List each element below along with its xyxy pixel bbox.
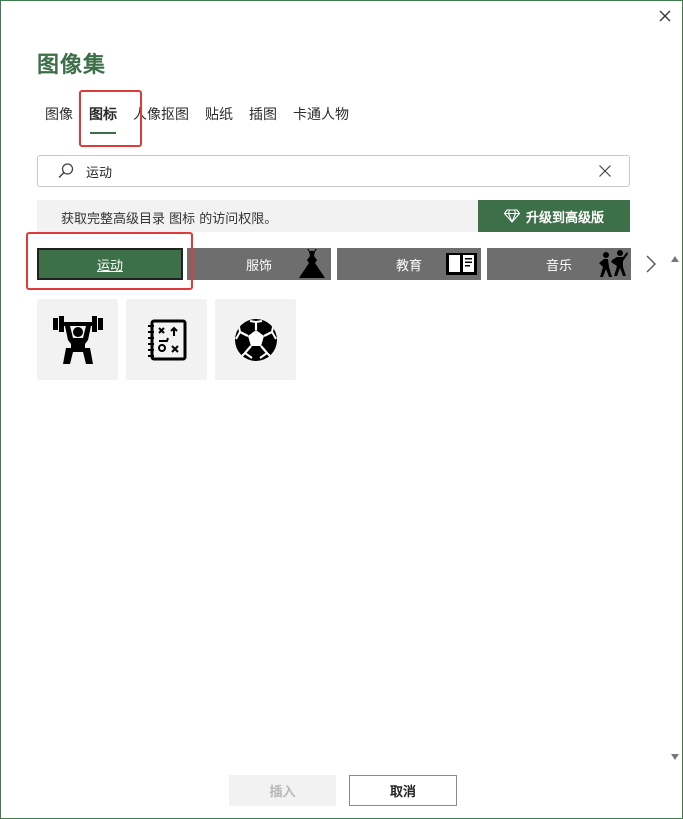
tab-images[interactable]: 图像 [37,105,81,137]
category-chip-music[interactable]: 音乐 [487,248,631,280]
dress-icon [299,249,325,278]
clear-icon [599,165,611,177]
chevron-right-icon [646,255,656,273]
icon-result-play-strategy[interactable] [126,299,207,380]
icon-results [37,299,296,380]
scroll-up-button[interactable] [670,249,680,262]
soccer-ball-icon [234,318,277,361]
tab-cutout-people[interactable]: 人像抠图 [125,105,197,137]
tab-icons[interactable]: 图标 [81,105,125,137]
category-chip-education[interactable]: 教育 [337,248,481,280]
close-icon [659,10,671,22]
next-categories-button[interactable] [641,253,661,275]
premium-banner: 获取完整高级目录 图标 的访问权限。 升级到高级版 [37,200,630,232]
category-chip-label: 教育 [395,258,422,274]
category-chip-clothing[interactable]: 服饰 [187,248,331,280]
tab-stickers[interactable]: 贴纸 [197,105,241,137]
category-chip-sports[interactable]: 运动 [37,248,183,280]
close-button[interactable] [654,5,676,27]
search-icon [56,161,76,181]
book-icon [446,253,477,275]
category-chips: 运动 服饰 教育 音乐 [37,248,637,280]
tab-illustrations[interactable]: 插图 [241,105,285,137]
icon-collection-dialog: 图像集 图像 图标 人像抠图 贴纸 插图 卡通人物 获取完整高级目录 图标 的访… [0,0,683,819]
category-chip-label: 运动 [96,258,123,274]
search-box [37,155,630,187]
category-chip-label: 服饰 [245,258,272,274]
upgrade-button-label: 升级到高级版 [525,210,604,226]
weightlifter-icon [52,315,103,364]
icon-result-soccer-ball[interactable] [215,299,296,380]
tab-cartoon-people[interactable]: 卡通人物 [285,105,357,137]
search-input[interactable] [86,163,566,179]
category-chip-label: 音乐 [545,258,572,274]
icon-result-weightlifter[interactable] [37,299,118,380]
triangle-down-icon [671,754,679,760]
upgrade-button[interactable]: 升级到高级版 [478,200,630,232]
tab-bar: 图像 图标 人像抠图 贴纸 插图 卡通人物 [37,105,357,137]
dialog-title: 图像集 [37,53,107,78]
dancers-icon [599,250,628,277]
scroll-down-button[interactable] [670,747,680,760]
clear-search-button[interactable] [597,163,613,179]
insert-button[interactable]: 插入 [229,775,336,806]
play-strategy-icon [147,319,186,360]
triangle-up-icon [671,256,679,262]
premium-banner-text: 获取完整高级目录 图标 的访问权限。 [61,212,278,227]
diamond-icon [503,209,520,223]
cancel-button[interactable]: 取消 [349,775,457,806]
